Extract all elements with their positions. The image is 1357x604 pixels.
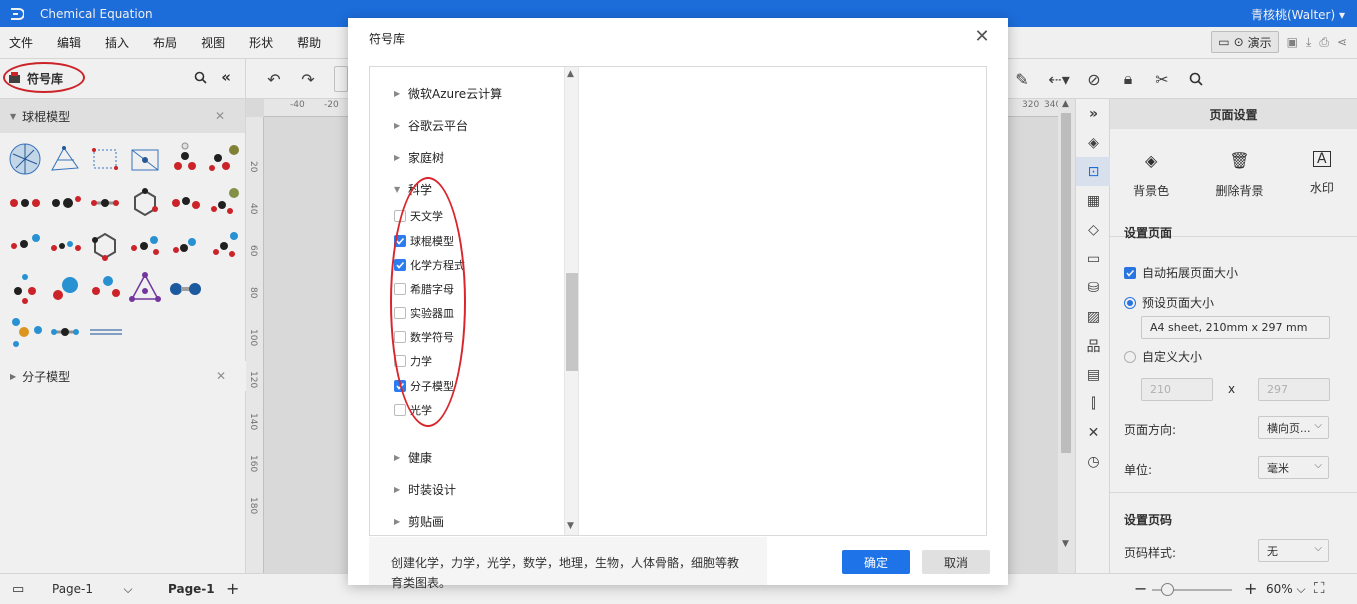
scroll-down-icon[interactable]: ▼ — [567, 521, 574, 531]
category-label: 健康 — [408, 451, 433, 465]
category-label: 谷歌云平台 — [408, 119, 469, 133]
category-item[interactable]: ▶ 微软Azure云计算 — [394, 85, 502, 102]
scroll-thumb[interactable] — [566, 273, 578, 371]
tree-scrollbar[interactable]: ▲ ▼ — [564, 67, 579, 535]
category-label: 时装设计 — [408, 483, 457, 497]
ok-button[interactable]: 确定 — [842, 550, 910, 574]
close-icon[interactable]: ✕ — [972, 26, 992, 47]
category-item[interactable]: ▶ 健康 — [394, 449, 432, 466]
category-item[interactable]: ▶ 谷歌云平台 — [394, 117, 468, 134]
expand-right-icon: ▶ — [394, 121, 401, 130]
category-item[interactable]: ▶ 家庭树 — [394, 149, 444, 166]
highlight-oval — [390, 177, 466, 427]
category-description: 创建化学，力学，光学，数学，地理，生物，人体骨骼，细胞等教育类图表。 — [369, 537, 767, 590]
checkbox-unchecked[interactable] — [394, 404, 406, 416]
dialog-title: 符号库 — [369, 32, 406, 46]
expand-right-icon: ▶ — [394, 153, 401, 162]
library-tree: ▶ 微软Azure云计算 ▶ 谷歌云平台 ▶ 家庭树 ▼ 科学 天文学 球棍模型 化学方… — [370, 67, 564, 535]
scroll-up-icon[interactable]: ▲ — [567, 69, 574, 79]
symbol-library-dialog: 符号库 ✕ ▶ 微软Azure云计算 ▶ 谷歌云平台 ▶ 家庭树 ▼ 科学 天文学 球棍… — [348, 18, 1008, 590]
expand-right-icon: ▶ — [394, 89, 401, 98]
expand-right-icon: ▶ — [394, 517, 401, 526]
category-label: 剪贴画 — [408, 515, 445, 529]
expand-down-icon: ▼ — [394, 185, 401, 194]
expand-right-icon: ▶ — [394, 453, 401, 462]
category-label: 微软Azure云计算 — [408, 87, 503, 101]
expand-right-icon: ▶ — [394, 485, 401, 494]
category-label: 家庭树 — [408, 151, 445, 165]
category-item[interactable]: ▶ 剪贴画 — [394, 513, 444, 530]
library-list-frame: ▶ 微软Azure云计算 ▶ 谷歌云平台 ▶ 家庭树 ▼ 科学 天文学 球棍模型 化学方… — [369, 66, 987, 536]
cancel-button[interactable]: 取消 — [922, 550, 990, 574]
category-item[interactable]: ▶ 时装设计 — [394, 481, 456, 498]
